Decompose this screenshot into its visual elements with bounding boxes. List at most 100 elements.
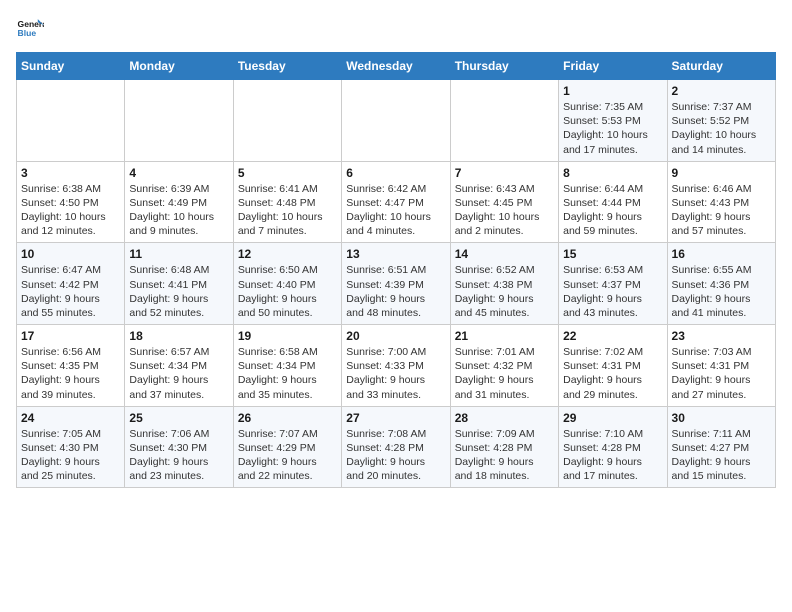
calendar-cell: 1 Sunrise: 7:35 AM Sunset: 5:53 PM Daylig… — [559, 80, 667, 162]
day-info: Sunrise: 7:00 AM Sunset: 4:33 PM Dayligh… — [346, 345, 445, 402]
calendar-cell: 6Sunrise: 6:42 AM Sunset: 4:47 PM Daylig… — [342, 161, 450, 243]
calendar-cell: 30 Sunrise: 7:11 AM Sunset: 4:27 PM Dayli… — [667, 406, 775, 488]
weekday-header-cell: Friday — [559, 53, 667, 80]
day-info: Sunrise: 7:02 AM Sunset: 4:31 PM Dayligh… — [563, 345, 662, 402]
day-number: 6 — [346, 166, 445, 180]
calendar-cell: 8 Sunrise: 6:44 AM Sunset: 4:44 PM Daylig… — [559, 161, 667, 243]
day-number: 20 — [346, 329, 445, 343]
day-number: 1 — [563, 84, 662, 98]
calendar-cell: 7 Sunrise: 6:43 AM Sunset: 4:45 PM Daylig… — [450, 161, 558, 243]
calendar-cell: 11 Sunrise: 6:48 AM Sunset: 4:41 PM Dayli… — [125, 243, 233, 325]
day-info: Sunrise: 7:05 AM Sunset: 4:30 PM Dayligh… — [21, 427, 120, 484]
day-info: Sunrise: 6:55 AM Sunset: 4:36 PM Dayligh… — [672, 263, 771, 320]
day-number: 22 — [563, 329, 662, 343]
calendar-cell: 20 Sunrise: 7:00 AM Sunset: 4:33 PM Dayli… — [342, 325, 450, 407]
day-info: Sunrise: 7:11 AM Sunset: 4:27 PM Dayligh… — [672, 427, 771, 484]
day-number: 24 — [21, 411, 120, 425]
day-info: Sunrise: 7:10 AM Sunset: 4:28 PM Dayligh… — [563, 427, 662, 484]
day-number: 21 — [455, 329, 554, 343]
day-number: 23 — [672, 329, 771, 343]
day-info: Sunrise: 6:52 AM Sunset: 4:38 PM Dayligh… — [455, 263, 554, 320]
day-info: Sunrise: 6:48 AM Sunset: 4:41 PM Dayligh… — [129, 263, 228, 320]
calendar-cell: 17 Sunrise: 6:56 AM Sunset: 4:35 PM Dayli… — [17, 325, 125, 407]
calendar-table: SundayMondayTuesdayWednesdayThursdayFrid… — [16, 52, 776, 488]
day-number: 26 — [238, 411, 337, 425]
calendar-cell: 26 Sunrise: 7:07 AM Sunset: 4:29 PM Dayli… — [233, 406, 341, 488]
day-number: 29 — [563, 411, 662, 425]
day-info: Sunrise: 6:43 AM Sunset: 4:45 PM Dayligh… — [455, 182, 554, 239]
logo: General Blue — [16, 16, 44, 44]
weekday-header-cell: Sunday — [17, 53, 125, 80]
calendar-cell: 12 Sunrise: 6:50 AM Sunset: 4:40 PM Dayli… — [233, 243, 341, 325]
day-number: 12 — [238, 247, 337, 261]
weekday-header-cell: Saturday — [667, 53, 775, 80]
calendar-week-row: 24 Sunrise: 7:05 AM Sunset: 4:30 PM Dayli… — [17, 406, 776, 488]
day-number: 17 — [21, 329, 120, 343]
day-number: 27 — [346, 411, 445, 425]
calendar-cell — [125, 80, 233, 162]
day-number: 15 — [563, 247, 662, 261]
day-info: Sunrise: 6:50 AM Sunset: 4:40 PM Dayligh… — [238, 263, 337, 320]
calendar-week-row: 3Sunrise: 6:38 AM Sunset: 4:50 PM Daylig… — [17, 161, 776, 243]
day-info: Sunrise: 6:39 AM Sunset: 4:49 PM Dayligh… — [129, 182, 228, 239]
day-info: Sunrise: 7:06 AM Sunset: 4:30 PM Dayligh… — [129, 427, 228, 484]
day-number: 11 — [129, 247, 228, 261]
day-info: Sunrise: 6:46 AM Sunset: 4:43 PM Dayligh… — [672, 182, 771, 239]
day-number: 3 — [21, 166, 120, 180]
day-number: 2 — [672, 84, 771, 98]
calendar-cell: 2 Sunrise: 7:37 AM Sunset: 5:52 PM Daylig… — [667, 80, 775, 162]
calendar-cell: 9 Sunrise: 6:46 AM Sunset: 4:43 PM Daylig… — [667, 161, 775, 243]
weekday-header-cell: Monday — [125, 53, 233, 80]
day-number: 7 — [455, 166, 554, 180]
calendar-cell: 3Sunrise: 6:38 AM Sunset: 4:50 PM Daylig… — [17, 161, 125, 243]
day-info: Sunrise: 7:03 AM Sunset: 4:31 PM Dayligh… — [672, 345, 771, 402]
calendar-cell — [233, 80, 341, 162]
calendar-cell: 18 Sunrise: 6:57 AM Sunset: 4:34 PM Dayli… — [125, 325, 233, 407]
calendar-cell: 25 Sunrise: 7:06 AM Sunset: 4:30 PM Dayli… — [125, 406, 233, 488]
calendar-cell: 13 Sunrise: 6:51 AM Sunset: 4:39 PM Dayli… — [342, 243, 450, 325]
day-number: 16 — [672, 247, 771, 261]
day-number: 8 — [563, 166, 662, 180]
day-number: 13 — [346, 247, 445, 261]
day-info: Sunrise: 7:35 AM Sunset: 5:53 PM Dayligh… — [563, 100, 662, 157]
page-header: General Blue — [16, 16, 776, 44]
day-info: Sunrise: 7:08 AM Sunset: 4:28 PM Dayligh… — [346, 427, 445, 484]
day-number: 9 — [672, 166, 771, 180]
weekday-header-row: SundayMondayTuesdayWednesdayThursdayFrid… — [17, 53, 776, 80]
calendar-cell: 15 Sunrise: 6:53 AM Sunset: 4:37 PM Dayli… — [559, 243, 667, 325]
calendar-cell: 27 Sunrise: 7:08 AM Sunset: 4:28 PM Dayli… — [342, 406, 450, 488]
calendar-body: 1 Sunrise: 7:35 AM Sunset: 5:53 PM Daylig… — [17, 80, 776, 488]
calendar-cell: 16 Sunrise: 6:55 AM Sunset: 4:36 PM Dayli… — [667, 243, 775, 325]
day-number: 14 — [455, 247, 554, 261]
day-info: Sunrise: 7:37 AM Sunset: 5:52 PM Dayligh… — [672, 100, 771, 157]
calendar-cell — [342, 80, 450, 162]
calendar-cell: 29 Sunrise: 7:10 AM Sunset: 4:28 PM Dayli… — [559, 406, 667, 488]
day-number: 30 — [672, 411, 771, 425]
logo-icon: General Blue — [16, 16, 44, 44]
calendar-week-row: 17 Sunrise: 6:56 AM Sunset: 4:35 PM Dayli… — [17, 325, 776, 407]
day-number: 28 — [455, 411, 554, 425]
svg-text:Blue: Blue — [18, 28, 37, 38]
day-info: Sunrise: 6:51 AM Sunset: 4:39 PM Dayligh… — [346, 263, 445, 320]
day-number: 5 — [238, 166, 337, 180]
day-number: 25 — [129, 411, 228, 425]
calendar-cell — [450, 80, 558, 162]
day-info: Sunrise: 6:53 AM Sunset: 4:37 PM Dayligh… — [563, 263, 662, 320]
calendar-cell: 23 Sunrise: 7:03 AM Sunset: 4:31 PM Dayli… — [667, 325, 775, 407]
calendar-week-row: 1 Sunrise: 7:35 AM Sunset: 5:53 PM Daylig… — [17, 80, 776, 162]
calendar-cell — [17, 80, 125, 162]
day-number: 18 — [129, 329, 228, 343]
weekday-header-cell: Thursday — [450, 53, 558, 80]
weekday-header-cell: Wednesday — [342, 53, 450, 80]
day-info: Sunrise: 7:09 AM Sunset: 4:28 PM Dayligh… — [455, 427, 554, 484]
calendar-cell: 28 Sunrise: 7:09 AM Sunset: 4:28 PM Dayli… — [450, 406, 558, 488]
day-info: Sunrise: 6:44 AM Sunset: 4:44 PM Dayligh… — [563, 182, 662, 239]
day-info: Sunrise: 7:07 AM Sunset: 4:29 PM Dayligh… — [238, 427, 337, 484]
svg-text:General: General — [18, 19, 44, 29]
day-info: Sunrise: 6:57 AM Sunset: 4:34 PM Dayligh… — [129, 345, 228, 402]
calendar-cell: 5Sunrise: 6:41 AM Sunset: 4:48 PM Daylig… — [233, 161, 341, 243]
day-info: Sunrise: 6:56 AM Sunset: 4:35 PM Dayligh… — [21, 345, 120, 402]
day-info: Sunrise: 6:58 AM Sunset: 4:34 PM Dayligh… — [238, 345, 337, 402]
day-info: Sunrise: 7:01 AM Sunset: 4:32 PM Dayligh… — [455, 345, 554, 402]
calendar-cell: 14 Sunrise: 6:52 AM Sunset: 4:38 PM Dayli… — [450, 243, 558, 325]
